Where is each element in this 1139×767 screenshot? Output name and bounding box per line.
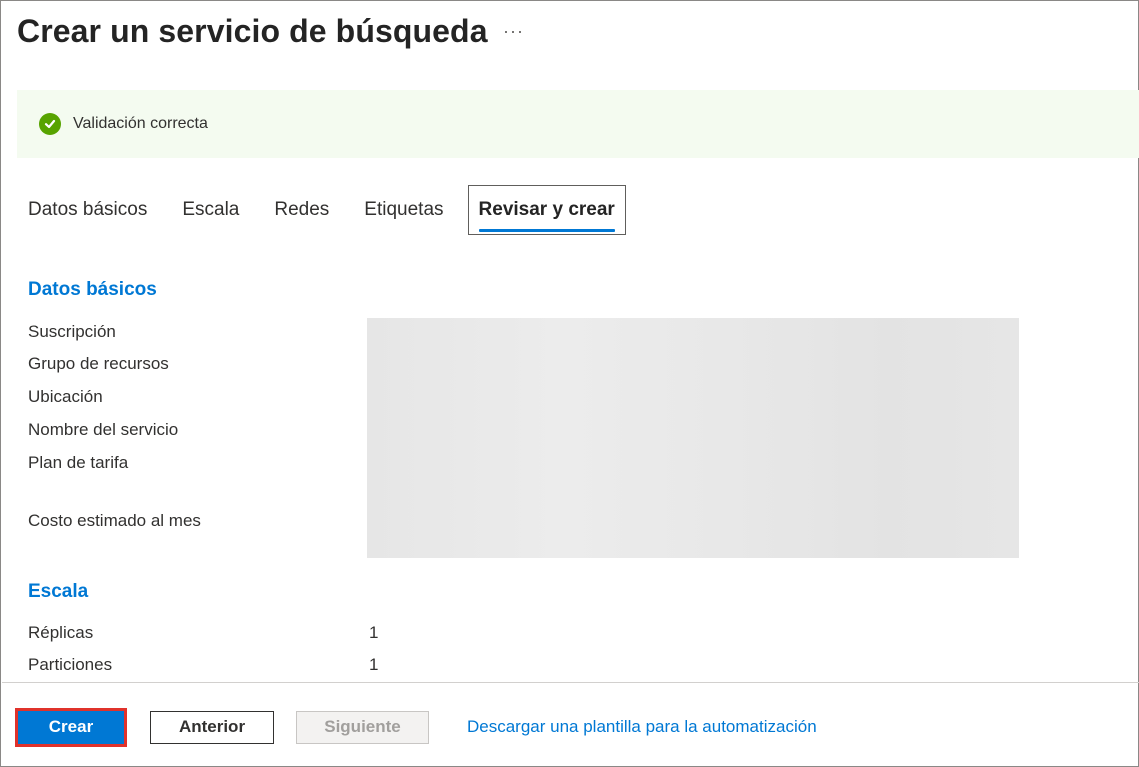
active-tab-indicator [478, 229, 615, 232]
redacted-values-area [367, 318, 1019, 558]
wizard-tabs: Datos básicos Escala Redes Etiquetas Rev… [17, 185, 639, 235]
previous-button[interactable]: Anterior [150, 710, 274, 744]
section-title-escala: Escala [28, 581, 89, 602]
more-options-button[interactable]: ··· [503, 21, 524, 42]
value-particiones: 1 [369, 655, 379, 674]
tab-redes[interactable]: Redes [263, 185, 340, 235]
download-template-link[interactable]: Descargar una plantilla para la automati… [467, 717, 817, 737]
label-ubicacion: Ubicación [28, 387, 103, 406]
value-replicas: 1 [369, 623, 379, 642]
footer-divider [2, 682, 1139, 683]
label-grupo-de-recursos: Grupo de recursos [28, 354, 169, 373]
label-nombre-del-servicio: Nombre del servicio [28, 420, 179, 439]
tab-etiquetas[interactable]: Etiquetas [353, 185, 454, 235]
review-create-blade: Crear un servicio de búsqueda ··· Valida… [0, 0, 1139, 767]
validation-banner: Validación correcta [17, 90, 1139, 158]
label-plan-de-tarifa: Plan de tarifa [28, 453, 129, 472]
section-title-datos-basicos: Datos básicos [28, 279, 157, 300]
tab-datos-basicos[interactable]: Datos básicos [17, 185, 158, 235]
label-suscripcion: Suscripción [28, 322, 116, 341]
validation-message: Validación correcta [73, 115, 208, 132]
create-button-highlight: Crear [15, 707, 127, 747]
tab-revisar-y-crear[interactable]: Revisar y crear [467, 185, 626, 235]
success-check-icon [39, 113, 61, 135]
label-costo-estimado: Costo estimado al mes [28, 511, 201, 530]
label-replicas: Réplicas [28, 623, 94, 642]
next-button[interactable]: Siguiente [296, 710, 429, 744]
footer-actions: Crear Anterior Siguiente Descargar una p… [15, 707, 817, 747]
tab-revisar-y-crear-label: Revisar y crear [478, 199, 615, 220]
label-particiones: Particiones [28, 655, 113, 674]
tab-escala[interactable]: Escala [171, 185, 250, 235]
page-title: Crear un servicio de búsqueda [17, 13, 488, 49]
create-button[interactable]: Crear [18, 710, 124, 744]
